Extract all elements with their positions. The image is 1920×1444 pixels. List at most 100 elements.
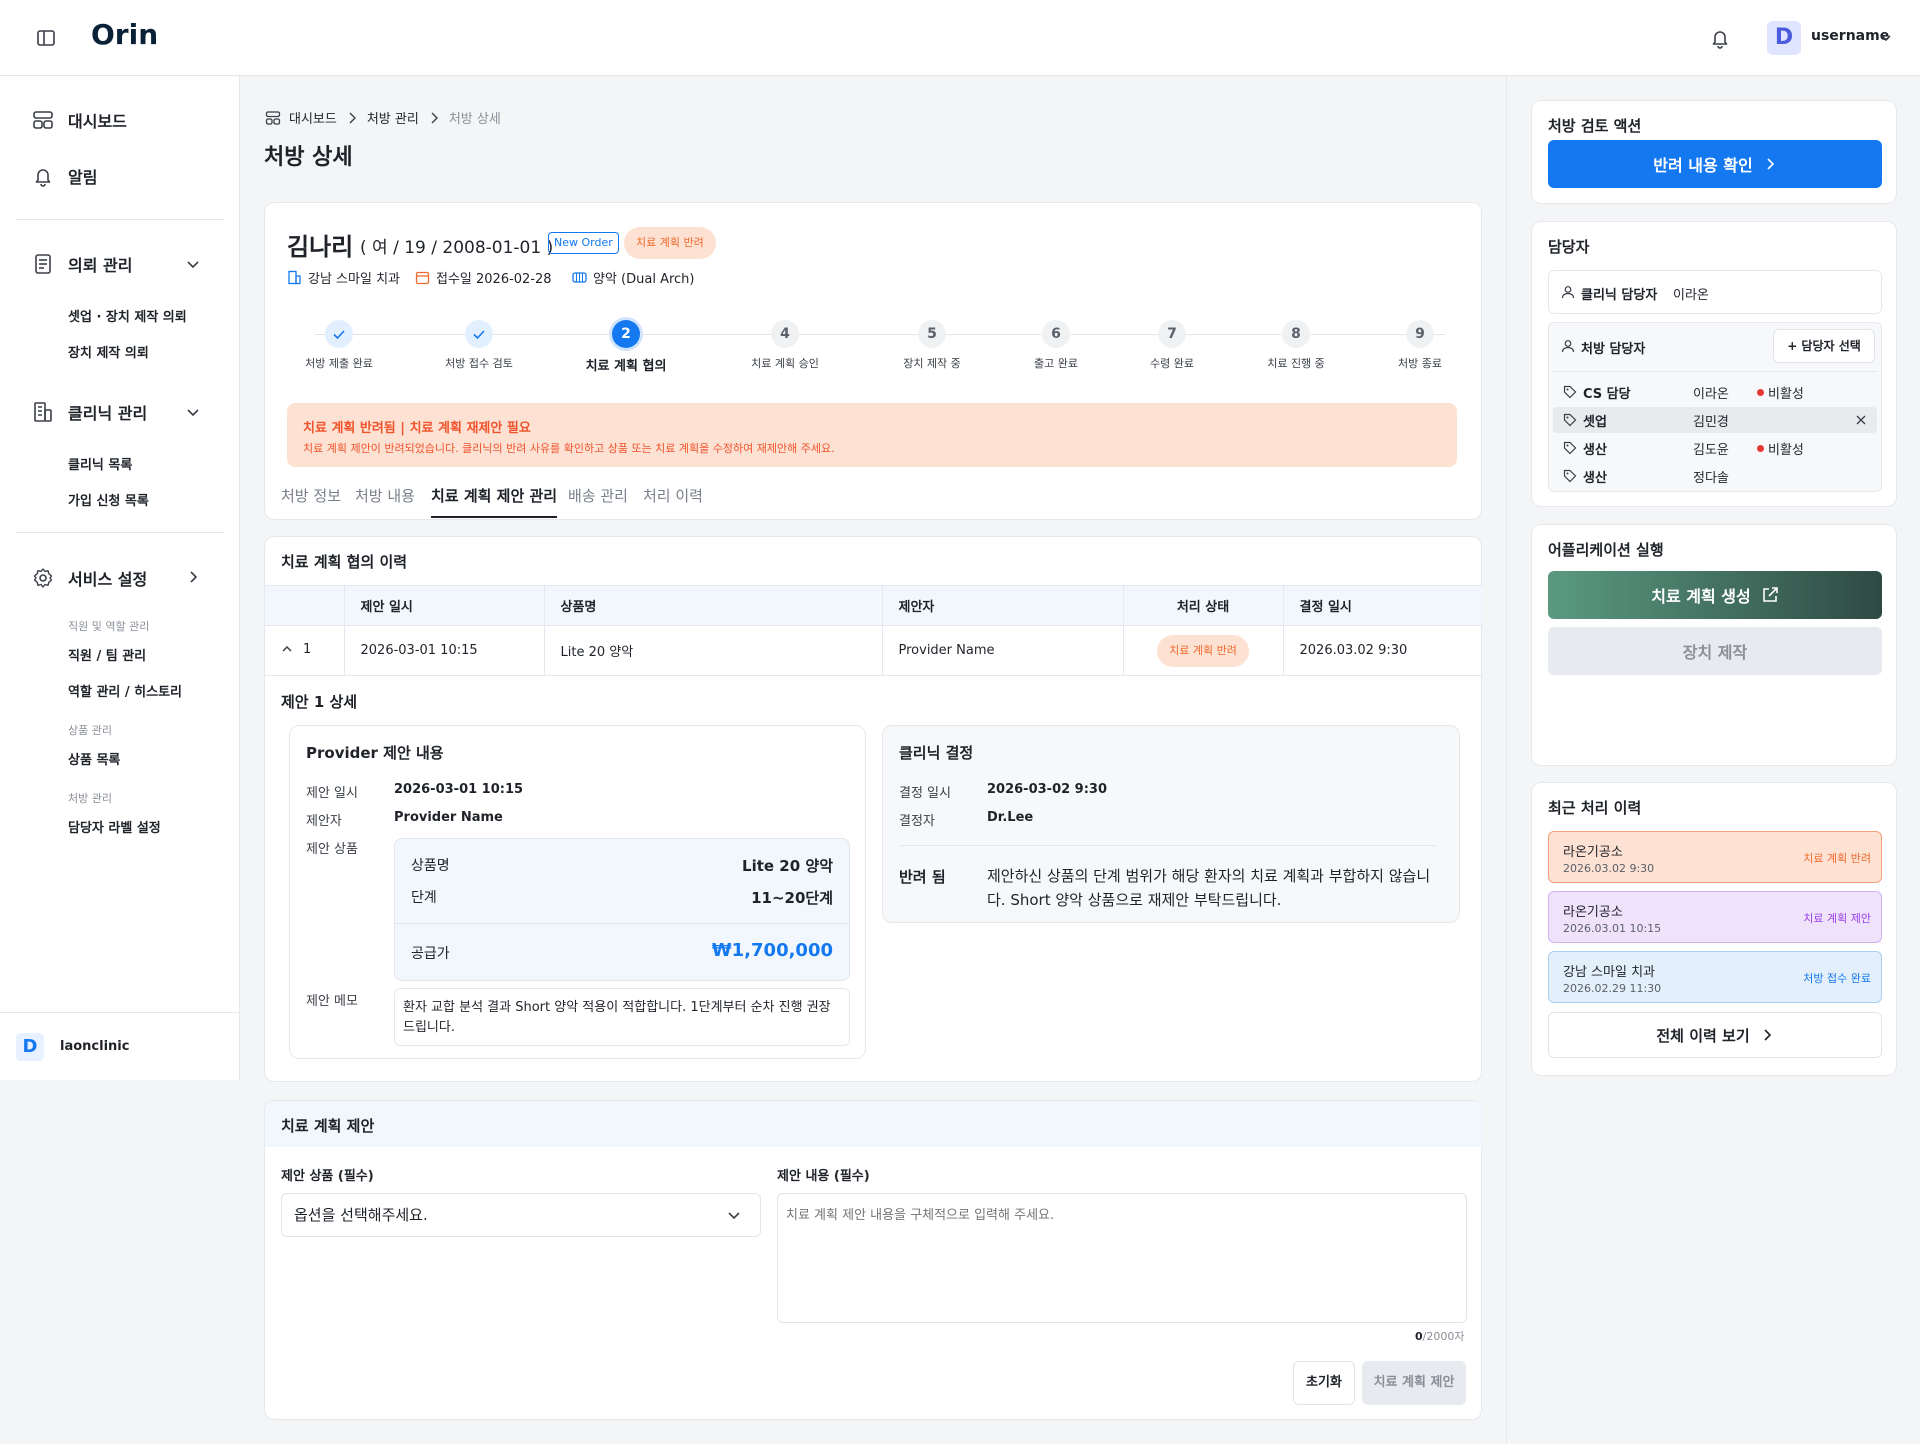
assignee-row[interactable]: 생산 김도윤 비활성 [1553, 435, 1877, 461]
sidebar: 대시보드 알림 의뢰 관리 셋업 · 장치 제작 의뢰 장치 제작 의뢰 클리닉… [0, 76, 240, 1080]
sidebar-sub-products[interactable]: 상품 목록 [68, 749, 120, 768]
view-all-history-button[interactable]: 전체 이력 보기 [1548, 1012, 1882, 1058]
notification-bell-icon[interactable] [1709, 27, 1731, 49]
section-title: 치료 계획 제안 [281, 1117, 375, 1135]
sidebar-toggle-icon[interactable] [36, 28, 56, 48]
step-number: 2 [612, 320, 640, 348]
arch-type: 양악 (Dual Arch) [593, 272, 695, 287]
chevron-down-icon[interactable] [1880, 32, 1892, 44]
list-item[interactable]: 라온기공소 2026.03.02 9:30 치료 계획 반려 [1548, 831, 1882, 883]
history-date: 2026.02.29 11:30 [1563, 982, 1662, 995]
external-link-icon [1762, 587, 1778, 602]
row-index-cell[interactable]: 1 [265, 625, 344, 676]
page-title: 처방 상세 [264, 145, 353, 170]
divider [16, 219, 224, 220]
document-icon [35, 254, 51, 274]
tab-history[interactable]: 처리 이력 [643, 485, 703, 506]
breadcrumb-current: 처방 상세 [448, 112, 501, 127]
breadcrumb-item[interactable]: 처방 관리 [367, 108, 419, 127]
divider [899, 845, 1437, 846]
chevron-down-icon[interactable] [727, 1209, 741, 1223]
inactive-badge: 비활성 [1757, 439, 1804, 458]
tab-prescription-info[interactable]: 처방 정보 [281, 485, 341, 506]
sidebar-group-label: 처방 관리 [68, 792, 112, 805]
chevron-right-icon[interactable] [186, 570, 200, 584]
patient-card: 김나리 ( 여 / 19 / 2008-01-01 ) New Order 치료… [264, 202, 1482, 520]
reset-button[interactable]: 초기화 [1293, 1361, 1355, 1405]
decided-date-cell: 2026.03.02 9:30 [1282, 625, 1483, 676]
decision-date: 2026-03-02 9:30 [987, 782, 1108, 797]
step-label: 수령 완료 [1150, 357, 1194, 370]
proposal-date-cell: 2026-03-01 10:15 [343, 625, 544, 676]
sidebar-item-service-settings[interactable]: 서비스 설정 [32, 566, 147, 590]
field-label: 제안 상품 [306, 842, 358, 857]
create-plan-button[interactable]: 치료 계획 생성 [1548, 571, 1882, 619]
step-8: 8 치료 진행 중 [1231, 320, 1361, 371]
device-production-button[interactable]: 장치 제작 [1548, 627, 1882, 675]
section-title: 치료 계획 협의 이력 [281, 553, 408, 571]
tab-prescription-content[interactable]: 처방 내용 [355, 485, 415, 506]
arch-meta: 양악 (Dual Arch) [572, 268, 695, 287]
step-label: 처방 접수 검토 [445, 357, 513, 370]
sidebar-item-dashboard[interactable]: 대시보드 [32, 108, 127, 132]
assignee-row[interactable]: 셋업 김민경 [1553, 407, 1877, 433]
tab-shipping[interactable]: 배송 관리 [568, 485, 628, 506]
sidebar-group-label: 직원 및 역할 관리 [68, 620, 150, 633]
sidebar-item-clinic-mgmt[interactable]: 클리닉 관리 [32, 400, 147, 424]
assignee-row[interactable]: CS 담당 이라온 비활성 [1553, 379, 1877, 405]
chevron-down-icon[interactable] [186, 258, 200, 272]
sidebar-sub-staff[interactable]: 직원 / 팀 관리 [68, 645, 146, 664]
chevron-down-icon[interactable] [186, 406, 200, 420]
proposal-form-card: 치료 계획 제안 제안 상품 (필수) 옵션을 선택해주세요. 제안 내용 (필… [264, 1100, 1483, 1420]
sidebar-footer[interactable]: D laonclinic [0, 1012, 240, 1080]
close-icon[interactable] [1855, 414, 1867, 426]
logo[interactable]: Orin [91, 18, 158, 51]
submit-proposal-button[interactable]: 치료 계획 제안 [1362, 1361, 1466, 1405]
user-avatar[interactable]: D [1767, 21, 1801, 55]
sidebar-sub-setup-request[interactable]: 셋업 · 장치 제작 의뢰 [68, 306, 187, 325]
add-assignee-button[interactable]: + 담당자 선택 [1773, 329, 1875, 363]
view-rejection-button[interactable]: 반려 내용 확인 [1548, 140, 1882, 188]
char-limit: /2000자 [1422, 1330, 1465, 1343]
tag-icon [1563, 469, 1577, 483]
sidebar-item-alerts[interactable]: 알림 [32, 164, 97, 188]
field-label: 제안 메모 [306, 994, 358, 1009]
history-actor: 라온기공소 [1563, 845, 1623, 860]
list-item[interactable]: 강남 스마일 치과 2026.02.29 11:30 처방 접수 완료 [1548, 951, 1882, 1003]
history-date: 2026.03.02 9:30 [1563, 862, 1655, 875]
list-item[interactable]: 라온기공소 2026.03.01 10:15 치료 계획 제안 [1548, 891, 1882, 943]
proposal-content-textarea[interactable] [777, 1193, 1467, 1323]
sidebar-sub-roles[interactable]: 역할 관리 / 히스토리 [68, 681, 182, 700]
sidebar-item-request-mgmt[interactable]: 의뢰 관리 [32, 252, 132, 276]
history-status: 치료 계획 제안 [1803, 912, 1871, 925]
decision-reason: 제안하신 상품의 단계 범위가 해당 환자의 치료 계획과 부합하지 않습니다.… [987, 867, 1431, 909]
product-select[interactable]: 옵션을 선택해주세요. [281, 1193, 761, 1237]
calendar-icon [415, 271, 430, 285]
building-icon [34, 402, 52, 422]
clinic-decision-card: 클리닉 결정 결정 일시 2026-03-02 9:30 결정자 Dr.Lee … [882, 725, 1460, 923]
clinic-meta: 강남 스마일 치과 [287, 268, 400, 287]
step-5: 5 장치 제작 중 [867, 320, 997, 371]
clinic-name-text: 강남 스마일 치과 [308, 272, 400, 287]
chevron-up-icon[interactable] [281, 643, 293, 655]
received-meta: 접수일 2026-02-28 [415, 268, 552, 287]
sidebar-sub-signup-list[interactable]: 가입 신청 목록 [68, 490, 149, 509]
tab-plan-proposal[interactable]: 치료 계획 제안 관리 [431, 485, 558, 518]
breadcrumb-item[interactable]: 대시보드 [289, 108, 337, 127]
table-row[interactable]: 1 2026-03-01 10:15 Lite 20 양악 Provider N… [265, 625, 1483, 676]
sidebar-sub-device-request[interactable]: 장치 제작 의뢰 [68, 342, 149, 361]
sidebar-sub-clinic-list[interactable]: 클리닉 목록 [68, 454, 132, 473]
tag-icon [1563, 385, 1577, 399]
history-status: 처방 접수 완료 [1803, 972, 1871, 985]
username[interactable]: username [1811, 28, 1889, 44]
field-label: 결정자 [899, 814, 935, 829]
history-status: 치료 계획 반려 [1803, 852, 1871, 865]
sidebar-sub-assignee-labels[interactable]: 담당자 라벨 설정 [68, 817, 161, 836]
history-table: 제안 일시 상품명 제안자 처리 상태 결정 일시 1 2026-03-01 1… [265, 585, 1483, 676]
clinic-assignee: 클리닉 담당자 이라온 [1548, 270, 1882, 314]
divider [16, 532, 224, 533]
step-label: 처방 제출 완료 [305, 357, 373, 370]
status-cell: 치료 계획 반려 [1122, 625, 1283, 676]
assignee-row[interactable]: 생산 정다솔 [1553, 463, 1877, 489]
teeth-icon [572, 272, 587, 283]
